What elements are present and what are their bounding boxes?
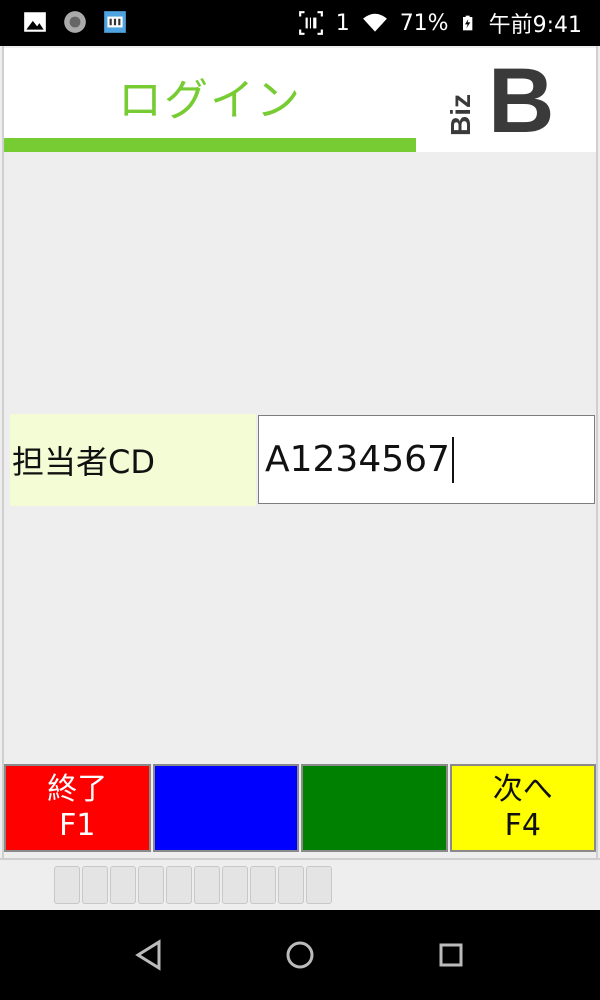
key-indicator <box>166 866 192 904</box>
text-caret <box>451 436 454 483</box>
key-indicator <box>138 866 164 904</box>
battery-charging-icon <box>462 15 472 31</box>
clock: 午前9:41 <box>488 13 582 38</box>
navigation-bar <box>0 910 600 1000</box>
header: ログイン Biz B <box>4 48 596 152</box>
back-icon[interactable] <box>132 938 166 972</box>
settings-gear-icon <box>64 11 86 33</box>
key-indicator <box>194 866 220 904</box>
key-indicator <box>222 866 248 904</box>
function-key-bar: 終了 F1 次へ F4 <box>4 764 596 854</box>
staff-code-label: 担当者CD <box>10 414 256 506</box>
key-indicator <box>110 866 136 904</box>
f2-button[interactable] <box>152 764 299 852</box>
app-notification-icon <box>104 11 126 33</box>
recents-icon[interactable] <box>434 938 468 972</box>
f4-key: F4 <box>504 808 541 843</box>
f1-exit-button[interactable]: 終了 F1 <box>4 764 151 852</box>
image-icon <box>24 12 46 32</box>
f3-button[interactable] <box>301 764 448 852</box>
svg-text:Biz: Biz <box>445 94 476 136</box>
f1-key: F1 <box>59 808 96 843</box>
key-indicator <box>250 866 276 904</box>
f1-label: 終了 <box>47 772 108 807</box>
app-screen: ログイン Biz B 担当者CD A1234567 終了 F1 次へ F4 <box>0 46 600 910</box>
status-bar: 1 71% 午前9:41 <box>0 0 600 46</box>
sim-indicator: 1 <box>335 10 350 36</box>
staff-code-row: 担当者CD A1234567 <box>10 414 595 506</box>
key-indicator <box>82 866 108 904</box>
home-icon[interactable] <box>283 938 317 972</box>
svg-text:B: B <box>488 56 554 142</box>
key-indicator <box>54 866 80 904</box>
staff-code-input[interactable]: A1234567 <box>258 415 595 504</box>
barcode-scan-icon <box>298 11 323 35</box>
wifi-icon <box>362 13 387 32</box>
battery-percent: 71% <box>399 10 449 36</box>
key-indicator-strip <box>0 858 600 910</box>
page-title: ログイン <box>118 75 302 126</box>
f4-label: 次へ <box>492 772 553 807</box>
staff-code-value: A1234567 <box>265 439 450 480</box>
title-underline <box>4 138 416 152</box>
f4-next-button[interactable]: 次へ F4 <box>449 764 596 852</box>
key-indicator <box>306 866 332 904</box>
biz-b-logo: Biz B <box>445 56 554 142</box>
key-indicator <box>278 866 304 904</box>
